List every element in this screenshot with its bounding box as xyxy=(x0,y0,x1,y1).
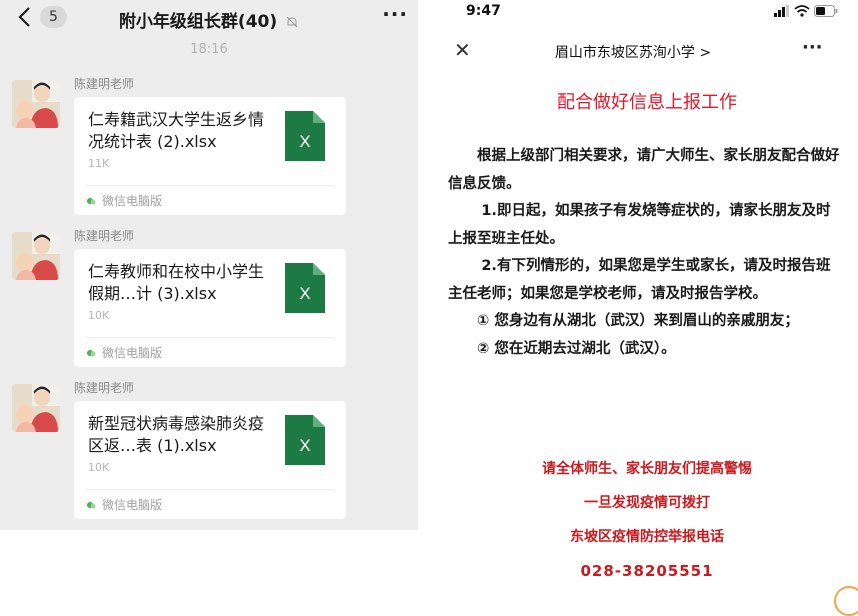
sender-name: 陈建明老师 xyxy=(74,229,135,243)
battery-icon xyxy=(814,5,838,17)
file-message-card[interactable]: 仁寿籍武汉大学生返乡情况统计表 (2).xlsx 11K X 微信电脑版 xyxy=(74,97,346,215)
file-size: 10K xyxy=(88,309,110,322)
article-title: 配合做好信息上报工作 xyxy=(557,92,737,113)
chat-more-button[interactable]: ··· xyxy=(382,2,408,26)
account-name-link[interactable]: 眉山市东坡区苏洵小学 > xyxy=(518,42,748,62)
avatar-photo-icon xyxy=(12,384,60,432)
footer-hotline-label: 东坡区疫情防控举报电话 xyxy=(570,529,724,545)
file-size: 11K xyxy=(88,157,110,170)
sender-name: 陈建明老师 xyxy=(74,77,135,91)
article-paragraph: ① 您身边有从湖北（武汉）来到眉山的亲戚朋友； xyxy=(477,313,799,329)
svg-text:X: X xyxy=(299,284,310,303)
article-paragraph: 2.有下列情形的，如果您是学生或家长，请及时报告班主任老师；如果您是学校老师，请… xyxy=(448,258,831,302)
file-size: 10K xyxy=(88,461,110,474)
sender-avatar[interactable] xyxy=(12,80,60,128)
avatar-photo-icon xyxy=(12,232,60,280)
footer-warning: 请全体师生、家长朋友们提高警惕 xyxy=(542,461,752,477)
sender-name: 陈建明老师 xyxy=(74,381,135,395)
close-icon[interactable]: ✕ xyxy=(454,38,471,62)
article-paragraph: ② 您在近期去过湖北（武汉）。 xyxy=(477,340,676,357)
wechat-pc-icon xyxy=(87,197,96,204)
file-source-label: 微信电脑版 xyxy=(102,346,163,360)
svg-text:X: X xyxy=(299,436,310,455)
mute-bell-icon xyxy=(286,16,298,28)
status-bar-time: 9:47 xyxy=(466,3,501,19)
chat-header: 5 附小年级组长群(40) ··· xyxy=(0,0,418,36)
wechat-pc-icon xyxy=(87,349,96,356)
footer-line: 一旦发现疫情可拨打 xyxy=(584,495,710,511)
file-name: 仁寿籍武汉大学生返乡情况统计表 (2).xlsx xyxy=(88,110,265,151)
hotline-phone-number[interactable]: 028-38205551 xyxy=(448,554,846,588)
article-footer: 请全体师生、家长朋友们提高警惕 一旦发现疫情可拨打 东坡区疫情防控举报电话 02… xyxy=(448,452,846,588)
article-more-button[interactable]: ··· xyxy=(802,37,823,58)
chat-title: 附小年级组长群(40) xyxy=(0,7,418,32)
file-message-card[interactable]: 仁寿教师和在校中小学生假期…计 (3).xlsx 10K X 微信电脑版 xyxy=(74,249,346,367)
avatar-photo-icon xyxy=(12,80,60,128)
file-source: 微信电脑版 xyxy=(86,344,162,361)
wechat-chat-screen: 5 附小年级组长群(40) ··· 18:16 陈建明老师 仁寿籍武汉大学生返乡… xyxy=(0,0,418,530)
card-divider xyxy=(86,337,334,338)
card-divider xyxy=(86,185,334,186)
file-source-label: 微信电脑版 xyxy=(102,194,163,208)
floating-button-icon xyxy=(834,586,858,616)
file-source-label: 微信电脑版 xyxy=(102,498,163,512)
article-paragraph: 根据上级部门相关要求，请广大师生、家长朋友配合做好信息反馈。 xyxy=(448,148,840,192)
wechat-pc-icon xyxy=(87,501,96,508)
svg-text:X: X xyxy=(299,132,310,151)
sender-avatar[interactable] xyxy=(12,384,60,432)
wifi-icon xyxy=(794,5,810,17)
card-divider xyxy=(86,489,334,490)
chat-timestamp: 18:16 xyxy=(190,42,228,57)
article-paragraph: 1.即日起，如果孩子有发烧等症状的，请家长朋友及时上报至班主任处。 xyxy=(448,203,831,247)
group-name: 附小年级组长群(40) xyxy=(118,12,278,32)
excel-file-icon: X xyxy=(285,263,325,313)
excel-file-icon: X xyxy=(285,111,325,161)
article-body: 根据上级部门相关要求，请广大师生、家长朋友配合做好信息反馈。 1.即日起，如果孩… xyxy=(448,143,842,363)
file-source: 微信电脑版 xyxy=(86,192,162,209)
file-name: 仁寿教师和在校中小学生假期…计 (3).xlsx xyxy=(88,262,265,303)
signal-icon xyxy=(774,5,789,17)
file-name: 新型冠状病毒感染肺炎疫区返…表 (1).xlsx xyxy=(88,414,265,455)
excel-file-icon: X xyxy=(285,415,325,465)
file-message-card[interactable]: 新型冠状病毒感染肺炎疫区返…表 (1).xlsx 10K X 微信电脑版 xyxy=(74,401,346,519)
file-source: 微信电脑版 xyxy=(86,496,162,513)
sender-avatar[interactable] xyxy=(12,232,60,280)
article-screen: 9:47 ✕ 眉山市东坡区苏洵小学 > ··· 配合做好信息上报工作 根据上级部… xyxy=(448,0,858,600)
status-bar-icons xyxy=(774,5,838,17)
